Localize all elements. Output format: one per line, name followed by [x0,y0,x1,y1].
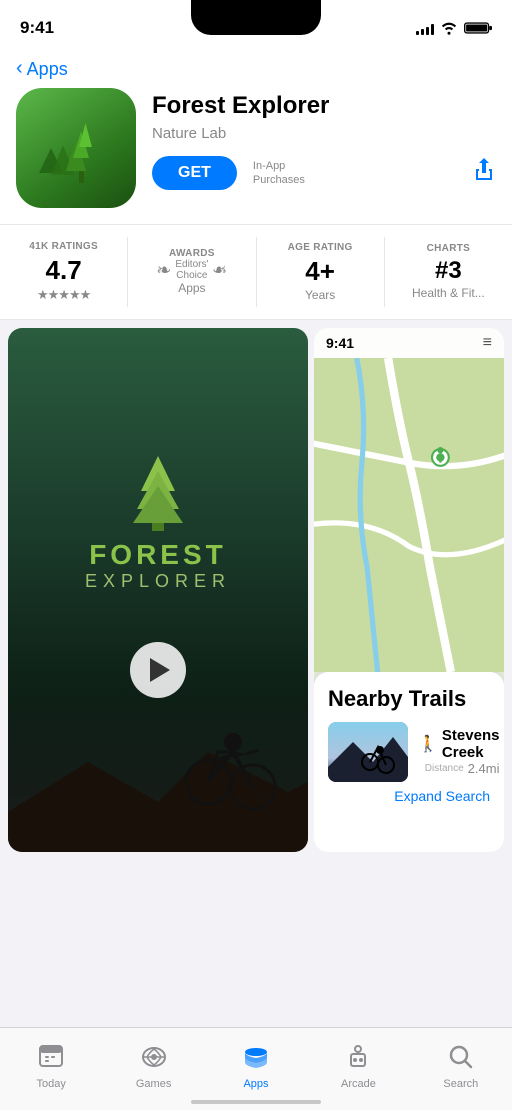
age-rating-label: AGE RATING [288,242,353,253]
stat-charts: CHARTS #3 Health & Fit... [385,237,512,307]
nearby-trails-card: Nearby Trails [314,672,504,852]
trail-name: Stevens Creek [442,727,500,761]
tab-today[interactable]: Today [0,1028,102,1094]
stars-icon: ★★★★★ [37,287,90,303]
main-content: ‹ Apps Forest Explorer Nature La [0,50,512,860]
battery-icon [464,21,492,35]
today-tab-icon [38,1042,64,1068]
map-svg [314,358,504,672]
games-tab-label: Games [136,1078,171,1090]
status-time: 9:41 [20,18,54,38]
today-icon [38,1042,64,1075]
age-rating-value: 4+ [305,257,335,286]
stat-age-rating: AGE RATING 4+ Years [257,237,385,307]
ratings-label: 41K RATINGS [29,241,98,252]
iap-line1: In-App [253,159,305,173]
app-developer: Nature Lab [152,125,496,142]
age-rating-sub: Years [305,288,335,302]
forest-logo: FOREST EXPLORER [85,451,231,592]
tab-bar: Today Games Apps [0,1027,512,1110]
home-indicator [191,1100,321,1104]
explorer-subtitle-text: EXPLORER [85,571,231,592]
apps-tab-icon [243,1044,269,1070]
app-info: Forest Explorer Nature Lab GET In-App Pu… [152,88,496,190]
signal-icon [416,21,434,35]
share-button[interactable] [472,156,496,190]
awards-label: AWARDS [169,248,215,259]
map-view [314,358,504,672]
ratings-value: 4.7 [46,256,82,285]
app-actions: GET In-App Purchases [152,156,496,190]
apps-icon [243,1044,269,1075]
tab-arcade[interactable]: Arcade [307,1028,409,1094]
screenshot-1: FOREST EXPLORER [8,328,308,852]
trail-item: 🚶 Stevens Creek Distance 2.4mi [328,722,490,782]
ec-line2: Choice [175,270,208,281]
app-header: Forest Explorer Nature Lab GET In-App Pu… [0,88,512,224]
today-tab-label: Today [37,1078,66,1090]
forest-icon [31,103,121,193]
back-button[interactable]: ‹ Apps [16,58,68,80]
forest-title-text: FOREST [89,539,227,571]
stat-awards: AWARDS ❧ Editors' Choice ❧ Apps [128,237,256,307]
search-tab-label: Search [443,1078,478,1090]
map-menu-icon: ≡ [483,334,492,352]
laurel-right-icon: ❧ [212,260,227,281]
trail-walk-icon: 🚶 [418,734,438,754]
screenshot-2: 9:41 ≡ [314,328,504,852]
stats-bar: 41K RATINGS 4.7 ★★★★★ AWARDS ❧ Editors' … [0,225,512,319]
get-button[interactable]: GET [152,156,237,190]
editors-choice-badge: ❧ Editors' Choice ❧ [156,259,227,281]
arcade-icon [345,1044,371,1075]
back-chevron-icon: ‹ [16,57,23,80]
charts-value: #3 [435,258,462,284]
expand-search[interactable]: Expand Search [328,788,490,804]
tree-logo-icon [123,451,193,531]
stat-ratings: 41K RATINGS 4.7 ★★★★★ [0,237,128,307]
laurel-left-icon: ❧ [156,260,171,281]
ec-line1: Editors' [175,259,208,270]
search-icon [448,1044,474,1075]
games-icon [141,1044,167,1075]
biker-silhouette-icon [8,672,308,852]
tab-games[interactable]: Games [102,1028,204,1094]
apps-tab-label: Apps [243,1078,268,1090]
nearby-trails-title: Nearby Trails [328,686,490,712]
iap-info: In-App Purchases [253,159,305,188]
iap-line2: Purchases [253,173,305,187]
app-icon [16,88,136,208]
back-navigation: ‹ Apps [0,50,512,88]
share-icon [472,156,496,184]
arcade-tab-icon [345,1044,371,1070]
search-tab-icon [448,1044,474,1070]
wifi-icon [440,21,458,35]
trail-photo-image [328,722,408,782]
trail-info: 🚶 Stevens Creek Distance 2.4mi [418,727,499,776]
arcade-tab-label: Arcade [341,1078,376,1090]
app-icon-container [16,88,136,208]
app-name: Forest Explorer [152,92,496,121]
tab-search[interactable]: Search [410,1028,512,1094]
map-status-bar: 9:41 ≡ [314,328,504,358]
trail-distance: 2.4mi [468,761,500,776]
status-icons [416,21,492,35]
map-time: 9:41 [326,335,354,351]
tab-apps[interactable]: Apps [205,1028,307,1094]
notch [191,0,321,35]
charts-label: CHARTS [427,243,470,254]
awards-sub: Apps [178,281,205,295]
ec-text: Editors' Choice [175,259,208,281]
games-tab-icon [141,1044,167,1070]
screenshots-area: FOREST EXPLORER [0,320,512,860]
back-label: Apps [27,59,68,80]
charts-sub: Health & Fit... [412,286,485,300]
trail-photo [328,722,408,782]
distance-label: Distance [425,763,464,774]
